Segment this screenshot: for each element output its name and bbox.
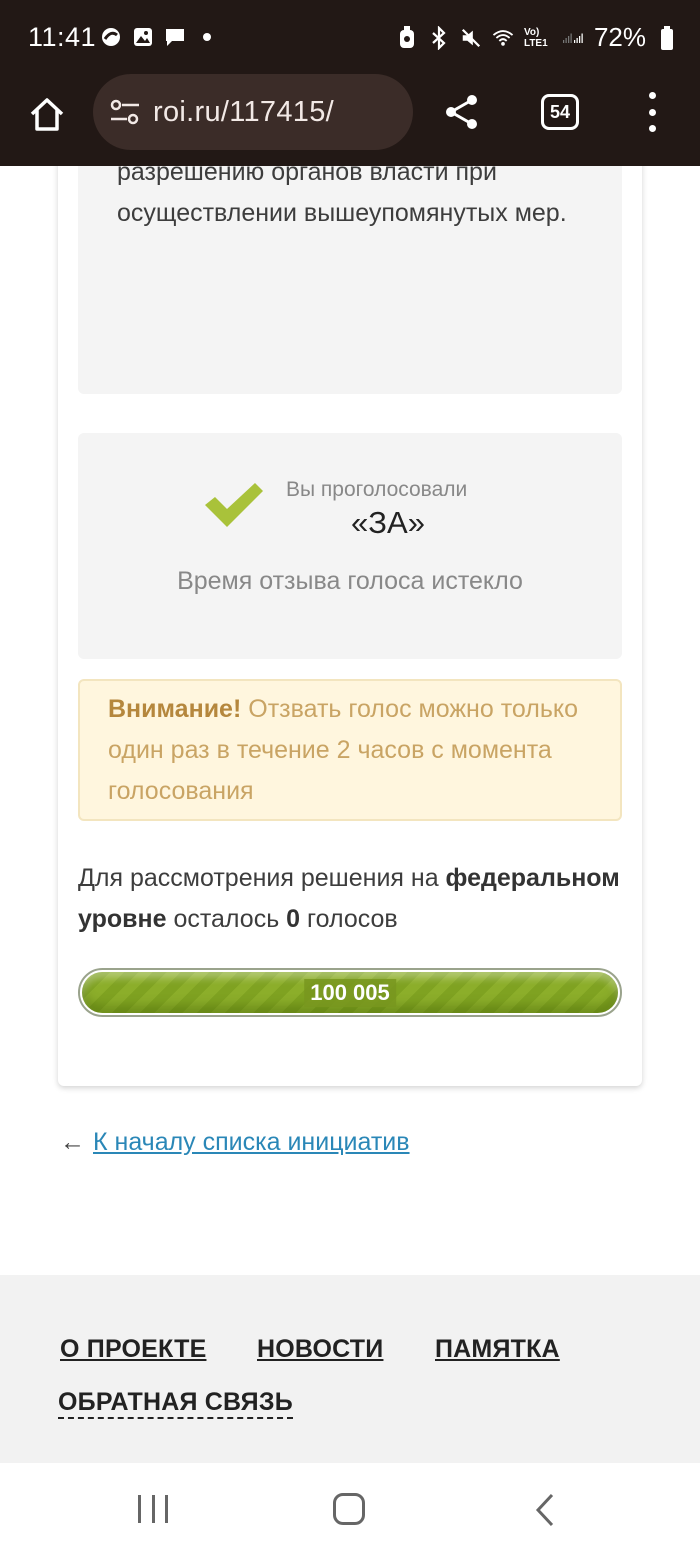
back-arrow-icon: ← bbox=[60, 1128, 85, 1156]
site-settings-icon[interactable] bbox=[109, 96, 141, 128]
menu-button[interactable] bbox=[640, 92, 664, 132]
mute-icon bbox=[460, 27, 482, 49]
status-time: 11:41 bbox=[28, 22, 97, 52]
recent-apps-button[interactable] bbox=[138, 1495, 168, 1523]
site-footer: О ПРОЕКТЕ НОВОСТИ ПАМЯТКА ОБРАТНАЯ СВЯЗЬ bbox=[0, 1269, 700, 1463]
browser-toolbar-overlay: roi.ru/117415/ 54 bbox=[0, 74, 700, 166]
system-home-button[interactable] bbox=[333, 1493, 365, 1525]
signal-icon bbox=[562, 27, 584, 49]
bluetooth-icon bbox=[428, 25, 450, 50]
footer-link-feedback[interactable]: ОБРАТНАЯ СВЯЗЬ bbox=[58, 1387, 293, 1419]
remaining-count: 0 bbox=[286, 905, 301, 933]
revoke-status: Время отзыва голоса истекло bbox=[177, 567, 523, 595]
data-saver-icon bbox=[100, 26, 122, 48]
home-icon bbox=[30, 98, 64, 131]
battery-icon bbox=[656, 25, 678, 50]
progress-label: 100 005 bbox=[304, 978, 396, 1007]
status-bar-overlay: 11:41 Vo) LTE1 72% bbox=[0, 0, 700, 74]
voted-value: «ЗА» bbox=[351, 505, 425, 540]
warning-title: Внимание! bbox=[108, 695, 242, 723]
footer-wavy-edge bbox=[0, 1269, 700, 1281]
warning-text: Внимание! Отзвать голос можно только оди… bbox=[108, 689, 598, 812]
footer-link-about[interactable]: О ПРОЕКТЕ bbox=[60, 1335, 206, 1364]
recent-bar-icon bbox=[165, 1495, 168, 1523]
initiative-text-block: разрешению органов власти при осуществле… bbox=[78, 140, 622, 394]
recent-bar-icon bbox=[138, 1495, 141, 1523]
address-bar[interactable]: roi.ru/117415/ bbox=[93, 74, 413, 150]
gallery-icon bbox=[132, 26, 154, 48]
back-link-row: ← К началу списка инициатив bbox=[60, 1128, 410, 1157]
share-button[interactable] bbox=[440, 90, 484, 134]
remaining-votes-text: Для рассмотрения решения на федеральном … bbox=[78, 858, 638, 940]
remaining-text-end: голосов bbox=[300, 905, 398, 933]
home-button[interactable] bbox=[22, 90, 72, 140]
share-icon bbox=[446, 95, 477, 129]
volte-icon: Vo) LTE1 bbox=[523, 26, 548, 49]
back-to-list-link[interactable]: К началу списка инициатив bbox=[93, 1128, 410, 1156]
progress-fill: 100 005 bbox=[82, 972, 618, 1013]
voted-label: Вы проголосовали bbox=[286, 478, 468, 501]
notification-icons bbox=[100, 26, 218, 48]
url-text: roi.ru/117415/ bbox=[153, 95, 335, 128]
system-navigation-bar bbox=[0, 1463, 700, 1556]
warning-box: Внимание! Отзвать голос можно только оди… bbox=[78, 679, 622, 821]
vote-progress-bar: 100 005 bbox=[78, 968, 622, 1017]
tabs-button[interactable]: 54 bbox=[541, 94, 579, 130]
remaining-text-start: Для рассмотрения решения на bbox=[78, 864, 446, 892]
system-back-button[interactable] bbox=[530, 1493, 560, 1527]
remaining-text-mid: осталось bbox=[166, 905, 287, 933]
footer-link-memo[interactable]: ПАМЯТКА bbox=[435, 1335, 560, 1364]
battery-level: 72% bbox=[593, 22, 646, 52]
menu-dot-icon bbox=[648, 92, 656, 99]
footer-link-news[interactable]: НОВОСТИ bbox=[257, 1335, 383, 1364]
menu-dot-icon bbox=[648, 125, 656, 132]
system-icons: Vo) LTE1 72% bbox=[396, 22, 678, 53]
menu-dot-icon bbox=[648, 108, 656, 116]
vote-status-block: Вы проголосовали «ЗА» Время отзыва голос… bbox=[78, 433, 622, 659]
chat-icon bbox=[164, 26, 186, 48]
wifi-icon bbox=[492, 27, 514, 49]
dot-icon bbox=[196, 26, 218, 48]
alarm-icon bbox=[396, 25, 418, 49]
recent-bar-icon bbox=[151, 1495, 155, 1523]
